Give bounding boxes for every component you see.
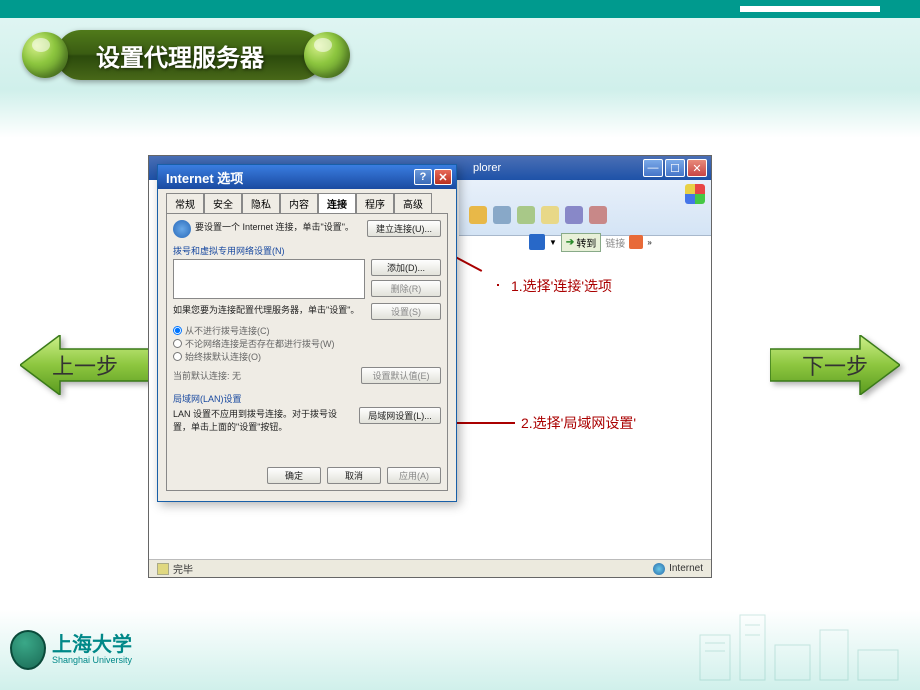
radio-never-dial[interactable] — [173, 326, 182, 335]
dialog-title: Internet 选项 — [166, 168, 243, 187]
top-bar — [0, 0, 920, 18]
lan-settings-button[interactable]: 局域网设置(L)... — [359, 407, 441, 424]
folder-icon[interactable] — [541, 206, 559, 224]
prev-step-button[interactable]: 上一步 — [20, 335, 150, 395]
dialog-titlebar: Internet 选项 ? ✕ — [158, 165, 456, 189]
orb-right — [304, 32, 350, 78]
radio-dial-when-no-net[interactable] — [173, 339, 182, 348]
tab-privacy[interactable]: 隐私 — [242, 193, 280, 213]
tab-security[interactable]: 安全 — [204, 193, 242, 213]
dialog-close-button[interactable]: ✕ — [434, 169, 452, 185]
browser-window-buttons: — ☐ ✕ — [643, 159, 707, 177]
favorites-icon[interactable] — [565, 206, 583, 224]
next-step-label: 下一步 — [802, 349, 868, 381]
remove-button[interactable]: 删除(R) — [371, 280, 441, 297]
lan-hint: LAN 设置不应用到拨号连接。对于拨号设置，单击上面的"设置"按钮。 — [173, 407, 353, 433]
edit-icon[interactable] — [517, 206, 535, 224]
lan-section-header: 局域网(LAN)设置 — [173, 392, 441, 405]
tab-programs[interactable]: 程序 — [356, 193, 394, 213]
maximize-button[interactable]: ☐ — [665, 159, 685, 177]
mail-icon[interactable] — [469, 206, 487, 224]
prev-step-label: 上一步 — [52, 349, 118, 381]
tool-icon[interactable] — [589, 206, 607, 224]
orb-left — [22, 32, 68, 78]
status-done: 完毕 — [173, 561, 193, 576]
logo-shield-icon — [10, 630, 46, 670]
dialog-footer: 确定 取消 应用(A) — [267, 467, 441, 484]
doc-icon — [157, 563, 169, 575]
setup-connection-button[interactable]: 建立连接(U)... — [367, 220, 441, 237]
browser-close-button[interactable]: ✕ — [687, 159, 707, 177]
browser-status-bar: 完毕 Internet — [149, 559, 711, 577]
screenshot: plorer — ☐ ✕ ▼ ➔ 转到 链接 » 完毕 Inte — [148, 155, 712, 578]
logo-en: Shanghai University — [52, 655, 132, 665]
annotation-step2: 2.选择'局域网设置' — [521, 413, 636, 433]
minimize-button[interactable]: — — [643, 159, 663, 177]
internet-options-dialog: Internet 选项 ? ✕ 常规 安全 隐私 内容 连接 程序 高级 要设置… — [157, 164, 457, 502]
tab-advanced[interactable]: 高级 — [394, 193, 432, 213]
add-button[interactable]: 添加(D)... — [371, 259, 441, 276]
globe-icon — [653, 563, 665, 575]
slide-title: 设置代理服务器 — [56, 30, 324, 80]
slide-title-bar: 设置代理服务器 — [22, 30, 350, 80]
dialup-section-header: 拨号和虚拟专用网络设置(N) — [173, 244, 441, 257]
link-icon[interactable] — [629, 235, 643, 249]
settings-button[interactable]: 设置(S) — [371, 303, 441, 320]
proxy-hint: 如果您要为连接配置代理服务器，单击"设置"。 — [173, 303, 365, 316]
setup-text: 要设置一个 Internet 连接，单击"设置"。 — [195, 220, 363, 233]
browser-nav-row: ▼ ➔ 转到 链接 » — [525, 232, 703, 252]
dialog-help-button[interactable]: ? — [414, 169, 432, 185]
links-label: 链接 — [605, 235, 625, 250]
set-default-button[interactable]: 设置默认值(E) — [361, 367, 441, 384]
apply-button[interactable]: 应用(A) — [387, 467, 441, 484]
connections-listbox[interactable] — [173, 259, 365, 299]
tab-content[interactable]: 内容 — [280, 193, 318, 213]
city-skyline-icon — [690, 605, 910, 685]
university-logo: 上海大学 Shanghai University — [10, 630, 132, 670]
annotation-step1: 1.选择'连接'选项 — [511, 276, 612, 296]
browser-title: plorer — [473, 162, 501, 174]
windows-logo-icon — [685, 184, 705, 204]
msn-icon[interactable] — [529, 234, 545, 250]
dialog-body: 要设置一个 Internet 连接，单击"设置"。 建立连接(U)... 拨号和… — [166, 213, 448, 491]
browser-toolbar-icons — [469, 206, 607, 224]
tab-general[interactable]: 常规 — [166, 193, 204, 213]
go-button[interactable]: ➔ 转到 — [561, 233, 601, 252]
logo-cn: 上海大学 — [52, 635, 132, 655]
dialog-tabs: 常规 安全 隐私 内容 连接 程序 高级 — [158, 189, 456, 213]
current-default: 当前默认连接: 无 — [173, 369, 355, 382]
next-step-button[interactable]: 下一步 — [770, 335, 900, 395]
status-zone: Internet — [669, 563, 703, 574]
radio-always-dial[interactable] — [173, 352, 182, 361]
cancel-button[interactable]: 取消 — [327, 467, 381, 484]
print-icon[interactable] — [493, 206, 511, 224]
tab-connections[interactable]: 连接 — [318, 193, 356, 213]
ok-button[interactable]: 确定 — [267, 467, 321, 484]
connection-globe-icon — [173, 220, 191, 238]
